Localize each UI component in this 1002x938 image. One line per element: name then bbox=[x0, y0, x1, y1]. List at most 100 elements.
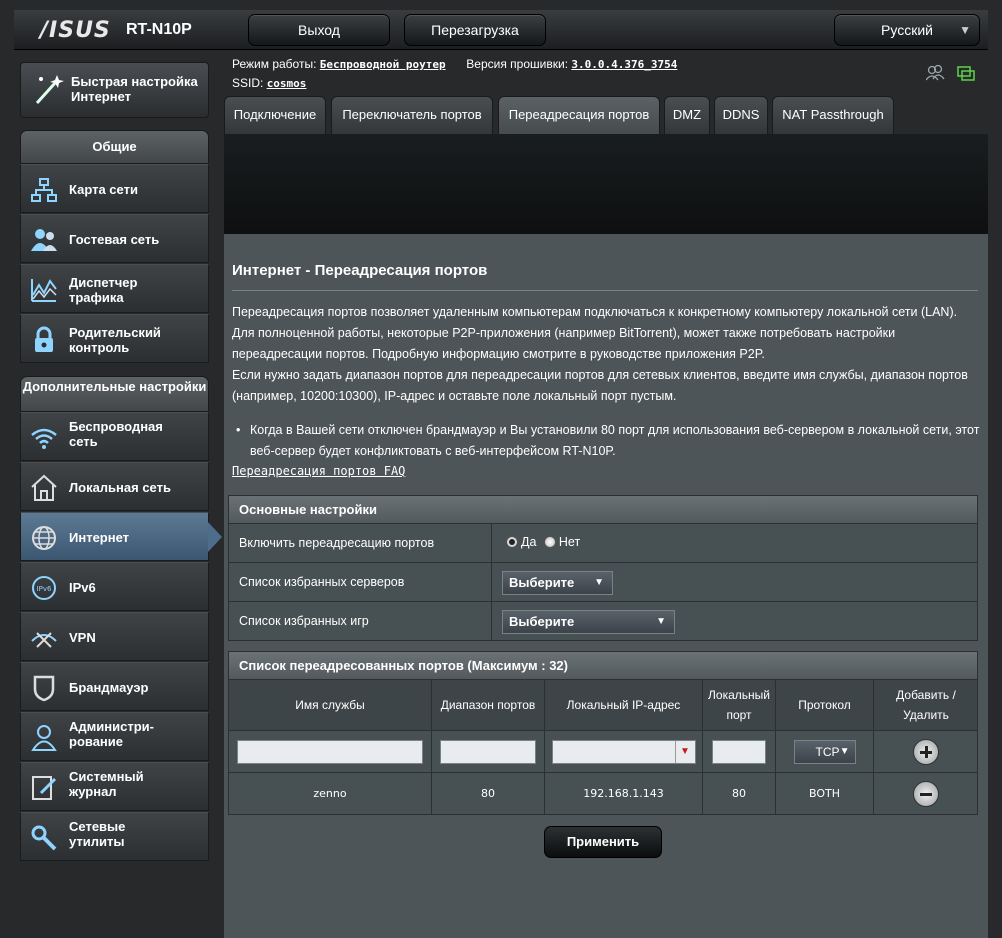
radio-no-label: Нет bbox=[558, 535, 581, 549]
sidebar-item-label: Диспетчер трафика bbox=[69, 275, 138, 305]
admin-user-icon bbox=[31, 725, 57, 751]
tab-connection[interactable]: Подключение bbox=[224, 96, 326, 134]
page-title: Интернет - Переадресация портов bbox=[232, 262, 488, 279]
games-row: Список избранных игр Выберите ▼ bbox=[228, 602, 978, 641]
port-list-title: Список переадресованных портов (Максимум… bbox=[228, 651, 978, 680]
top-bar: /ISUS RT-N10P Выход Перезагрузка Русский… bbox=[14, 10, 988, 50]
port-range-input[interactable] bbox=[440, 739, 536, 764]
col-protocol: Протокол bbox=[776, 680, 874, 730]
new-entry-row: ▼ TCP ▼ bbox=[228, 731, 978, 773]
sidebar-item-label: Беспроводная сеть bbox=[69, 419, 163, 449]
tab-port-forwarding[interactable]: Переадресация портов bbox=[498, 96, 660, 134]
sidebar-item-network-tools[interactable]: Сетевые утилиты bbox=[20, 812, 209, 861]
ssid-label: SSID: bbox=[232, 76, 264, 90]
sidebar-item-lan[interactable]: Локальная сеть bbox=[20, 462, 209, 511]
tab-port-switch[interactable]: Переключатель портов bbox=[331, 96, 493, 134]
sidebar-item-label: Гостевая сеть bbox=[69, 232, 160, 247]
sidebar-item-firewall[interactable]: Брандмауэр bbox=[20, 662, 209, 711]
games-select[interactable]: Выберите ▼ bbox=[502, 610, 675, 634]
chevron-down-icon: ▼ bbox=[959, 23, 971, 37]
chevron-down-icon: ▼ bbox=[594, 577, 604, 588]
sidebar-item-label: IPv6 bbox=[69, 580, 96, 595]
col-add-delete: Добавить / Удалить bbox=[896, 688, 956, 722]
tab-nat-passthrough[interactable]: NAT Passthrough bbox=[772, 96, 894, 134]
servers-select-value: Выберите bbox=[509, 575, 575, 590]
language-value: Русский bbox=[881, 22, 933, 38]
sidebar-item-label: Системный журнал bbox=[69, 769, 144, 799]
sidebar-item-label: Брандмауэр bbox=[69, 680, 149, 695]
warning-note: Когда в Вашей сети отключен брандмауэр и… bbox=[232, 420, 984, 462]
enable-label: Включить переадресацию портов bbox=[239, 536, 435, 550]
enable-row: Включить переадресацию портов Да Нет bbox=[228, 524, 978, 563]
apply-button[interactable]: Применить bbox=[544, 826, 662, 858]
table-row: zenno 80 192.168.1.143 80 BOTH bbox=[228, 773, 978, 815]
description-para-2: Если нужно задать диапазон портов для пе… bbox=[232, 368, 968, 403]
basic-settings-title: Основные настройки bbox=[228, 495, 978, 524]
chevron-down-icon: ▼ bbox=[839, 745, 850, 757]
asus-logo: /ISUS bbox=[40, 18, 111, 43]
cell-range: 80 bbox=[432, 773, 545, 814]
main-content: Интернет - Переадресация портов Переадре… bbox=[224, 234, 988, 938]
servers-row: Список избранных серверов Выберите ▼ bbox=[228, 563, 978, 602]
logout-button[interactable]: Выход bbox=[248, 14, 390, 46]
ssid-link[interactable]: cosmos bbox=[267, 77, 307, 90]
lock-icon bbox=[35, 326, 53, 352]
mode-link[interactable]: Беспроводной роутер bbox=[320, 58, 446, 71]
local-port-input[interactable] bbox=[712, 739, 766, 764]
tab-ddns[interactable]: DDNS bbox=[714, 96, 768, 134]
sidebar-item-system-log[interactable]: Системный журнал bbox=[20, 762, 209, 811]
local-ip-input[interactable]: ▼ bbox=[551, 739, 696, 764]
magic-wand-icon bbox=[35, 75, 64, 105]
ipv6-globe-icon: IPv6 bbox=[32, 576, 56, 600]
protocol-select-value: TCP bbox=[815, 744, 840, 759]
tab-panel-header bbox=[224, 134, 988, 234]
description-para-1: Переадресация портов позволяет удаленным… bbox=[232, 305, 958, 361]
sidebar-item-internet[interactable]: Интернет bbox=[20, 512, 222, 561]
radio-yes-label: Да bbox=[521, 535, 537, 549]
add-entry-button[interactable] bbox=[913, 738, 939, 765]
tab-dmz[interactable]: DMZ bbox=[664, 96, 710, 134]
quick-setup-button[interactable]: Быстрая настройка Интернет bbox=[20, 62, 209, 118]
sidebar-item-label: Интернет bbox=[69, 530, 130, 545]
sidebar-item-network-map[interactable]: Карта сети bbox=[20, 164, 209, 213]
vpn-icon bbox=[31, 632, 57, 648]
globe-icon bbox=[32, 526, 56, 550]
sidebar-item-label: Сетевые утилиты bbox=[69, 819, 126, 849]
chevron-down-icon[interactable]: ▼ bbox=[674, 740, 695, 763]
sidebar-item-label: Администри- рование bbox=[69, 719, 154, 749]
router-model: RT-N10P bbox=[126, 21, 192, 38]
servers-select[interactable]: Выберите ▼ bbox=[502, 571, 613, 595]
delete-entry-button[interactable] bbox=[913, 780, 939, 807]
cell-ip: 192.168.1.143 bbox=[545, 773, 703, 814]
col-port-range: Диапазон портов bbox=[432, 680, 545, 730]
router-info: Режим работы: Беспроводной роутер Версия… bbox=[232, 55, 677, 93]
sidebar-item-wireless[interactable]: Беспроводная сеть bbox=[20, 412, 209, 461]
service-name-input[interactable] bbox=[237, 739, 423, 764]
col-service: Имя службы bbox=[229, 680, 432, 730]
sidebar-item-label: Родительский контроль bbox=[69, 325, 161, 355]
traffic-chart-icon bbox=[31, 279, 57, 302]
games-label: Список избранных игр bbox=[239, 614, 369, 628]
sidebar-item-administration[interactable]: Администри- рование bbox=[20, 712, 209, 761]
firmware-link[interactable]: 3.0.0.4.376_3754 bbox=[571, 58, 677, 71]
faq-link[interactable]: Переадресация портов FAQ bbox=[232, 464, 405, 478]
svg-text:IPv6: IPv6 bbox=[37, 585, 52, 593]
enable-value: Да Нет bbox=[491, 524, 979, 562]
cell-protocol: BOTH bbox=[776, 773, 874, 814]
sidebar-item-parental-control[interactable]: Родительский контроль bbox=[20, 314, 209, 363]
home-icon bbox=[31, 474, 57, 501]
shield-icon bbox=[33, 675, 55, 702]
page-description: Переадресация портов позволяет удаленным… bbox=[232, 302, 980, 407]
language-select[interactable]: Русский ▼ bbox=[834, 14, 980, 46]
sidebar-item-traffic-manager[interactable]: Диспетчер трафика bbox=[20, 264, 209, 313]
protocol-select[interactable]: TCP ▼ bbox=[793, 739, 856, 764]
clients-icon[interactable] bbox=[925, 64, 980, 84]
sidebar-item-vpn[interactable]: VPN bbox=[20, 612, 209, 661]
radio-no[interactable] bbox=[543, 536, 556, 548]
network-map-icon bbox=[31, 178, 57, 202]
radio-yes[interactable] bbox=[506, 536, 518, 548]
system-log-icon bbox=[32, 776, 57, 800]
reboot-button[interactable]: Перезагрузка bbox=[404, 14, 546, 46]
sidebar-item-guest-network[interactable]: Гостевая сеть bbox=[20, 214, 209, 263]
sidebar-item-ipv6[interactable]: IPv6 IPv6 bbox=[20, 562, 209, 611]
